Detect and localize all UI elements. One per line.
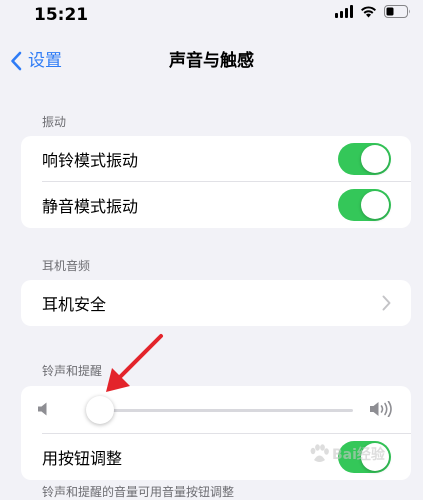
speaker-high-icon	[370, 401, 392, 417]
silent-vibration-label: 静音模式振动	[42, 197, 139, 216]
silent-vibration-toggle[interactable]	[338, 189, 391, 221]
toggle-knob	[361, 145, 389, 173]
footer-note: 铃声和提醒的音量可用音量按钮调整	[42, 485, 235, 499]
status-icons	[335, 5, 411, 18]
watermark: Bai经验	[308, 443, 385, 465]
battery-icon	[384, 5, 410, 18]
headphone-safety-label: 耳机安全	[42, 295, 107, 314]
ringer-volume-row	[21, 386, 411, 434]
status-time: 15:21	[34, 5, 89, 25]
toggle-knob	[361, 191, 389, 219]
ring-vibration-row: 响铃模式振动	[21, 136, 411, 182]
watermark-text: Bai经验	[332, 447, 385, 463]
speaker-low-icon	[38, 402, 47, 416]
section-header-headphone-audio: 耳机音频	[42, 259, 91, 273]
ringer-alerts-group: 用按钮调整	[21, 386, 411, 480]
cellular-signal-icon	[335, 5, 353, 18]
ringer-volume-slider[interactable]	[86, 396, 353, 424]
change-with-buttons-label: 用按钮调整	[42, 449, 123, 468]
silent-vibration-row: 静音模式振动	[21, 182, 411, 228]
ring-vibration-label: 响铃模式振动	[42, 151, 139, 170]
page-title: 声音与触感	[169, 51, 254, 71]
wifi-icon	[361, 6, 376, 18]
red-arrow-annotation-icon	[106, 334, 163, 392]
vibration-group: 响铃模式振动 静音模式振动	[21, 136, 411, 228]
ring-vibration-toggle[interactable]	[338, 143, 391, 175]
slider-thumb[interactable]	[86, 396, 115, 424]
headphone-audio-group: 耳机安全	[21, 280, 411, 326]
section-header-ringer-alerts: 铃声和提醒	[42, 364, 103, 378]
paw-logo-icon	[310, 444, 329, 462]
headphone-safety-row[interactable]: 耳机安全	[21, 280, 411, 326]
chevron-right-icon	[382, 295, 391, 311]
section-header-vibration: 振动	[42, 115, 67, 129]
